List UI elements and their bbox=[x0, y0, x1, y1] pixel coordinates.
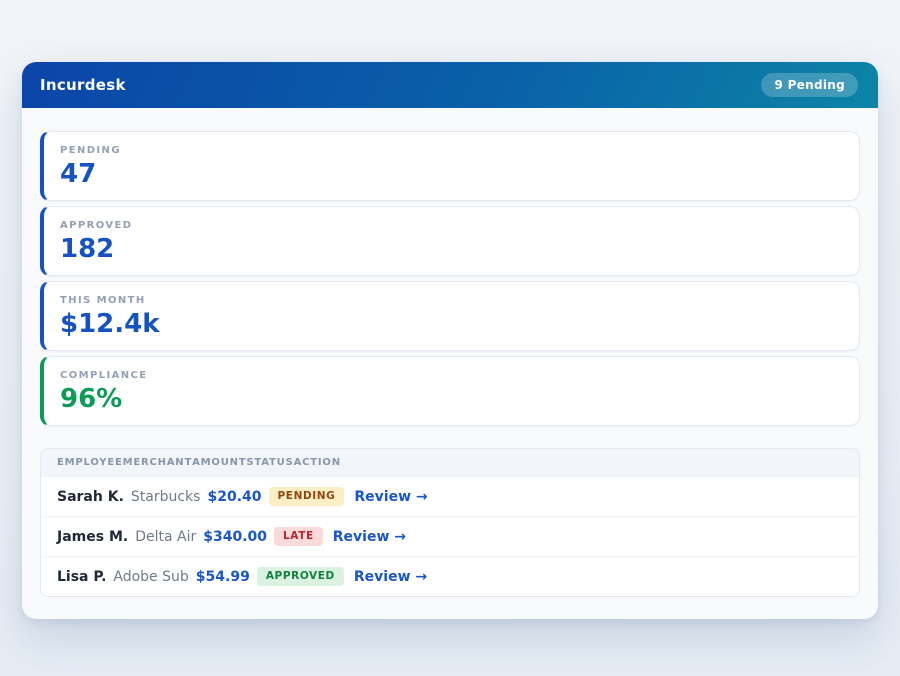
expense-amount: $54.99 bbox=[196, 569, 250, 585]
column-header-status: STATUS bbox=[246, 456, 293, 469]
app-header: Incurdesk 9 Pending bbox=[22, 62, 878, 108]
employee-name: James M. bbox=[57, 529, 128, 545]
status-badge: APPROVED bbox=[257, 567, 344, 586]
dashboard-body: PENDING 47 APPROVED 182 THIS MONTH $12.4… bbox=[22, 108, 878, 619]
dashboard-panel: Incurdesk 9 Pending PENDING 47 APPROVED … bbox=[22, 62, 878, 619]
status-badge: LATE bbox=[274, 527, 323, 546]
stat-card-this-month: THIS MONTH $12.4k bbox=[40, 281, 860, 351]
merchant-name: Adobe Sub bbox=[113, 569, 188, 585]
review-link[interactable]: Review → bbox=[354, 569, 427, 585]
employee-name: Sarah K. bbox=[57, 489, 124, 505]
stat-value: $12.4k bbox=[60, 308, 843, 340]
stat-card-pending: PENDING 47 bbox=[40, 131, 860, 201]
review-link[interactable]: Review → bbox=[333, 529, 406, 545]
merchant-name: Delta Air bbox=[135, 529, 196, 545]
review-link[interactable]: Review → bbox=[354, 489, 427, 505]
stat-card-approved: APPROVED 182 bbox=[40, 206, 860, 276]
expense-amount: $20.40 bbox=[207, 489, 261, 505]
stat-card-compliance: COMPLIANCE 96% bbox=[40, 356, 860, 426]
merchant-name: Starbucks bbox=[131, 489, 201, 505]
stat-value: 47 bbox=[60, 158, 843, 190]
column-header-amount: AMOUNT bbox=[192, 456, 246, 469]
expenses-table: EMPLOYEE MERCHANT AMOUNT STATUS ACTION S… bbox=[40, 448, 860, 597]
expense-row: Sarah K. Starbucks $20.40 PENDING Review… bbox=[41, 476, 859, 516]
app-title: Incurdesk bbox=[40, 76, 126, 94]
pending-count-badge: 9 Pending bbox=[761, 73, 858, 97]
expense-amount: $340.00 bbox=[203, 529, 267, 545]
expense-row: Lisa P. Adobe Sub $54.99 APPROVED Review… bbox=[41, 556, 859, 596]
stat-value: 96% bbox=[60, 383, 843, 415]
status-badge: PENDING bbox=[269, 487, 345, 506]
column-header-merchant: MERCHANT bbox=[123, 456, 193, 469]
stat-label: APPROVED bbox=[60, 219, 843, 233]
expense-row: James M. Delta Air $340.00 LATE Review → bbox=[41, 516, 859, 556]
table-header-row: EMPLOYEE MERCHANT AMOUNT STATUS ACTION bbox=[41, 449, 859, 476]
employee-name: Lisa P. bbox=[57, 569, 106, 585]
stat-label: PENDING bbox=[60, 144, 843, 158]
stat-label: THIS MONTH bbox=[60, 294, 843, 308]
stat-value: 182 bbox=[60, 233, 843, 265]
column-header-action: ACTION bbox=[294, 456, 341, 469]
column-header-employee: EMPLOYEE bbox=[57, 456, 123, 469]
stat-label: COMPLIANCE bbox=[60, 369, 843, 383]
